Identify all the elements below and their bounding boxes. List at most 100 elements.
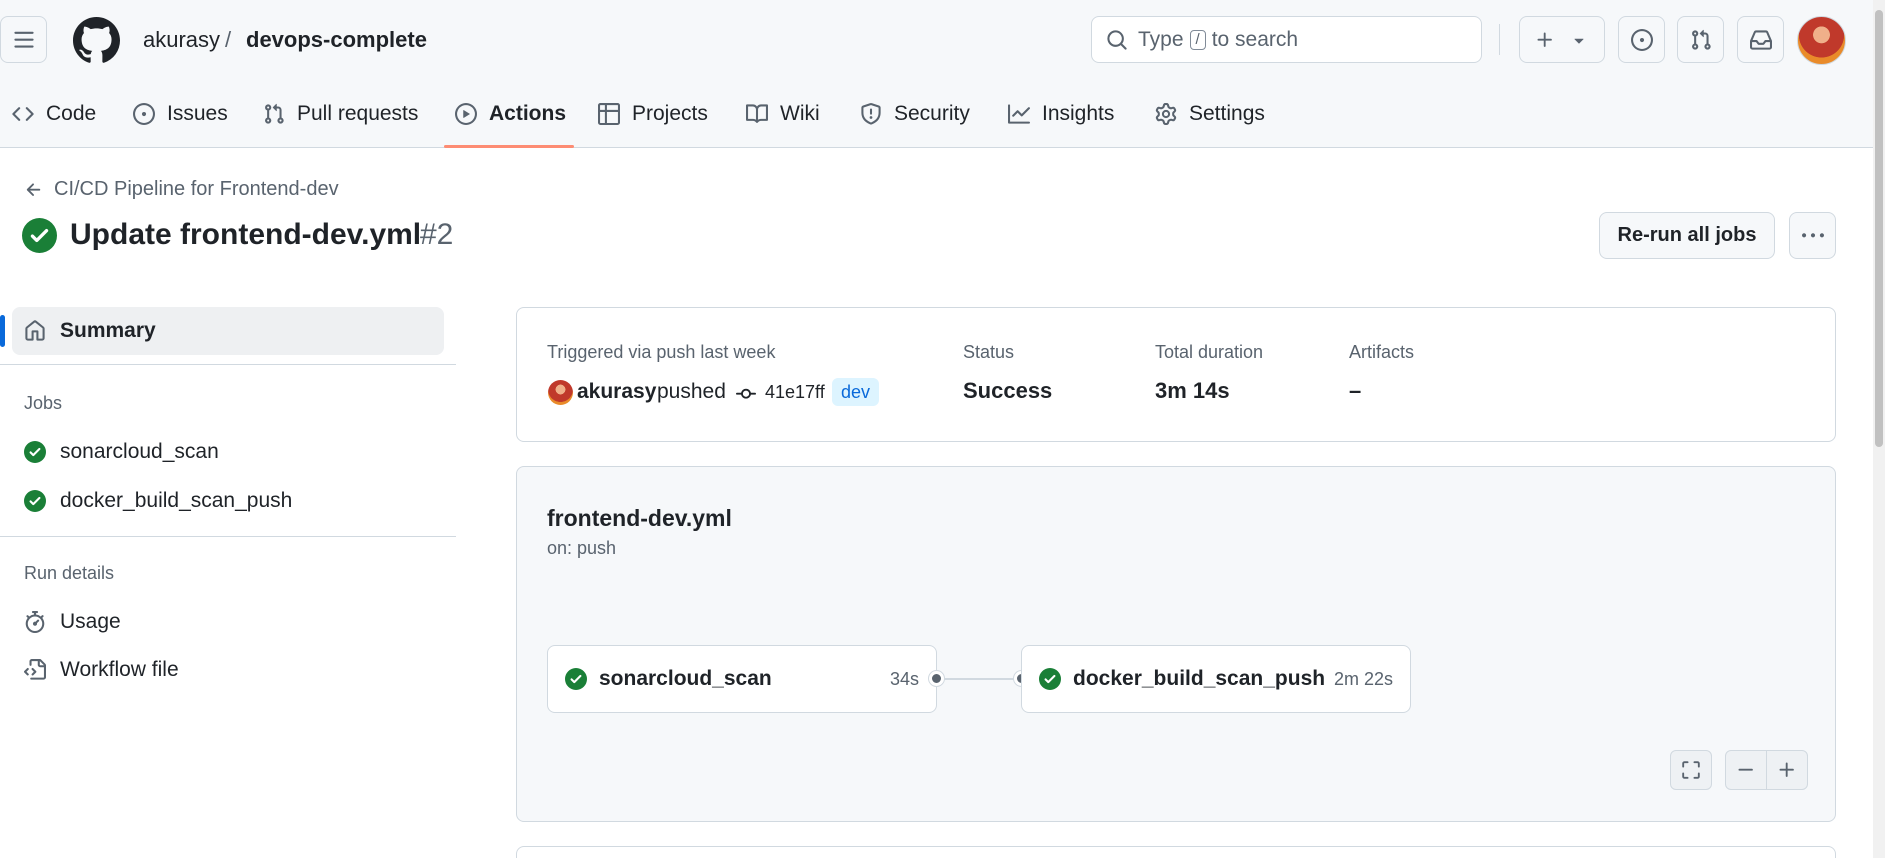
status-label: Status bbox=[963, 342, 1015, 362]
arrow-left-icon bbox=[26, 182, 41, 196]
github-logo-icon[interactable] bbox=[73, 17, 120, 64]
search-placeholder-prefix: Type bbox=[1138, 27, 1184, 51]
scrollbar-thumb[interactable] bbox=[1875, 10, 1883, 447]
sidebar-run-details-heading: Run details bbox=[24, 563, 115, 583]
plus-icon bbox=[1537, 32, 1552, 47]
push-action-text: pushed bbox=[657, 380, 726, 403]
sidebar-job-docker-build-scan-push[interactable]: docker_build_scan_push bbox=[24, 486, 292, 516]
triangle-down-icon bbox=[1574, 38, 1584, 44]
check-circle-fill-icon bbox=[22, 218, 57, 253]
graph-connector-line bbox=[936, 678, 1022, 680]
sidebar-job-label: docker_build_scan_push bbox=[60, 489, 293, 512]
sidebar-active-indicator bbox=[0, 315, 5, 347]
tab-insights[interactable]: Insights bbox=[1008, 96, 1114, 132]
check-circle-fill-icon bbox=[565, 668, 587, 690]
branch-badge[interactable]: dev bbox=[832, 378, 880, 406]
tab-actions-label: Actions bbox=[489, 102, 567, 125]
hamburger-menu-button[interactable] bbox=[0, 16, 47, 63]
check-circle-fill-icon bbox=[24, 441, 46, 463]
screen-full-icon bbox=[1682, 761, 1700, 779]
workflow-back-link[interactable]: CI/CD Pipeline for Frontend-dev bbox=[24, 178, 339, 201]
graph-job-docker-build-scan-push[interactable]: docker_build_scan_push 2m 22s bbox=[1021, 645, 1411, 713]
graph-job-name: docker_build_scan_push bbox=[1073, 667, 1326, 690]
status-value: Success bbox=[963, 378, 1053, 403]
workflow-trigger: on: push bbox=[547, 538, 617, 558]
tab-code[interactable]: Code bbox=[12, 96, 96, 132]
run-title: Update frontend-dev.yml bbox=[70, 218, 422, 251]
user-avatar[interactable] bbox=[1797, 16, 1846, 65]
tab-wiki[interactable]: Wiki bbox=[746, 96, 820, 132]
artifacts-value: – bbox=[1349, 378, 1362, 403]
tab-issues[interactable]: Issues bbox=[133, 96, 228, 132]
graph-zoom-out-button[interactable] bbox=[1725, 750, 1767, 790]
graph-job-duration: 2m 22s bbox=[1333, 668, 1393, 689]
book-icon bbox=[746, 104, 768, 123]
graph-job-sonarcloud-scan[interactable]: sonarcloud_scan 34s bbox=[547, 645, 937, 713]
tab-pull-requests[interactable]: Pull requests bbox=[263, 96, 418, 132]
check-circle-fill-icon bbox=[24, 490, 46, 512]
tab-projects[interactable]: Projects bbox=[598, 96, 708, 132]
dash-icon bbox=[1738, 768, 1753, 771]
graph-job-name: sonarcloud_scan bbox=[599, 667, 772, 690]
sidebar-item-usage[interactable]: Usage bbox=[24, 607, 121, 637]
breadcrumb-owner[interactable]: akurasy bbox=[143, 27, 220, 53]
graph-job-duration: 34s bbox=[889, 668, 919, 689]
duration-value: 3m 14s bbox=[1155, 378, 1230, 403]
tab-actions[interactable]: Actions bbox=[455, 96, 566, 132]
inbox-button[interactable] bbox=[1737, 16, 1784, 63]
sidebar-divider bbox=[0, 536, 456, 537]
pusher-avatar[interactable] bbox=[548, 380, 573, 405]
pusher-username[interactable]: akurasy bbox=[577, 380, 656, 404]
tab-pull-requests-label: Pull requests bbox=[297, 102, 419, 125]
sidebar-item-workflow-file[interactable]: Workflow file bbox=[24, 655, 179, 685]
breadcrumb-separator: / bbox=[225, 27, 232, 52]
issue-opened-icon bbox=[133, 103, 155, 125]
annotations-card bbox=[516, 846, 1836, 858]
run-number: #2 bbox=[420, 218, 454, 251]
graph-zoom-in-button[interactable] bbox=[1766, 750, 1808, 790]
duration-label: Total duration bbox=[1155, 342, 1264, 362]
more-options-button[interactable] bbox=[1789, 212, 1836, 259]
check-circle-fill-icon bbox=[1039, 668, 1061, 690]
tab-settings[interactable]: Settings bbox=[1155, 96, 1265, 132]
active-tab-underline bbox=[444, 145, 574, 148]
issues-button[interactable] bbox=[1618, 16, 1665, 63]
tab-wiki-label: Wiki bbox=[780, 102, 820, 125]
sidebar-item-usage-label: Usage bbox=[60, 610, 121, 633]
git-commit-icon bbox=[736, 388, 756, 399]
tab-projects-label: Projects bbox=[632, 102, 708, 125]
workflow-back-link-label: CI/CD Pipeline for Frontend-dev bbox=[54, 178, 339, 200]
git-pull-request-icon bbox=[265, 103, 284, 124]
home-icon bbox=[25, 320, 45, 341]
tab-issues-label: Issues bbox=[167, 102, 228, 125]
play-icon bbox=[455, 103, 477, 125]
rerun-all-jobs-button[interactable]: Re-run all jobs bbox=[1599, 212, 1775, 259]
tab-security[interactable]: Security bbox=[860, 96, 970, 132]
graph-icon bbox=[1008, 104, 1030, 124]
sidebar-jobs-heading: Jobs bbox=[24, 393, 63, 413]
search-icon bbox=[1107, 29, 1127, 50]
page-scrollbar[interactable] bbox=[1873, 0, 1885, 858]
sidebar-item-summary[interactable]: Summary bbox=[12, 307, 444, 355]
graph-connector-dot bbox=[929, 671, 944, 686]
search-input[interactable]: Type / to search bbox=[1091, 16, 1482, 63]
tab-insights-label: Insights bbox=[1042, 102, 1115, 125]
git-pull-request-icon bbox=[1691, 29, 1711, 50]
tab-security-label: Security bbox=[894, 102, 970, 125]
shield-icon bbox=[861, 103, 881, 125]
sidebar-job-sonarcloud-scan[interactable]: sonarcloud_scan bbox=[24, 437, 219, 467]
breadcrumb-repo[interactable]: devops-complete bbox=[246, 27, 427, 53]
commit-sha-link[interactable]: 41e17ff bbox=[765, 382, 825, 403]
artifacts-label: Artifacts bbox=[1349, 342, 1415, 362]
issue-opened-icon bbox=[1630, 28, 1653, 51]
inbox-icon bbox=[1749, 29, 1772, 50]
plus-icon bbox=[1779, 762, 1794, 777]
pull-requests-button[interactable] bbox=[1677, 16, 1724, 63]
graph-fullscreen-button[interactable] bbox=[1670, 750, 1712, 790]
sidebar-item-summary-label: Summary bbox=[60, 319, 156, 342]
create-new-button[interactable] bbox=[1519, 16, 1605, 63]
hamburger-icon bbox=[13, 31, 34, 48]
tab-code-label: Code bbox=[46, 102, 97, 125]
workflow-graph-card: frontend-dev.yml on: push sonarcloud_sca… bbox=[516, 466, 1836, 822]
header-divider bbox=[1499, 24, 1500, 55]
